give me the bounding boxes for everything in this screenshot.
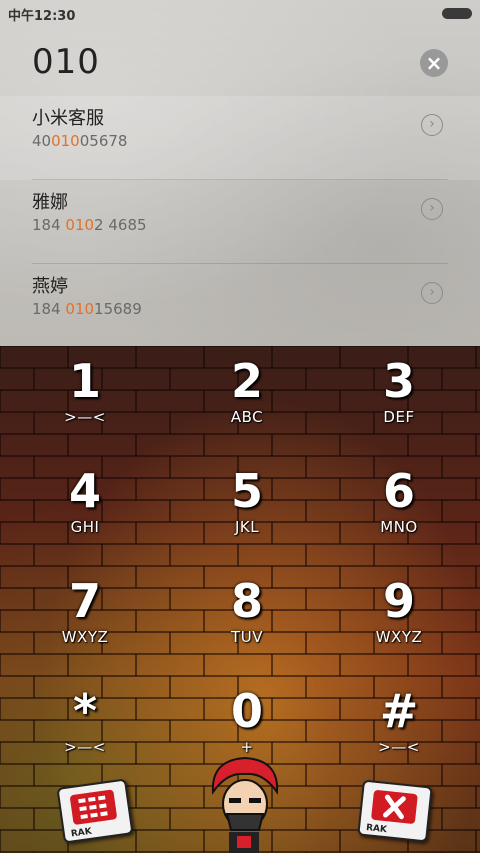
key-3[interactable]: 3 DEF [324,356,474,456]
key-4[interactable]: 4 GHI [10,466,160,566]
contact-result-row[interactable]: 小米客服 4001005678 › [0,96,480,180]
contact-name: 雅娜 [32,192,68,213]
dialpad-icon [69,789,118,826]
chevron-right-icon[interactable]: › [421,282,443,304]
clear-button[interactable]: × [420,49,448,77]
chevron-right-icon[interactable]: › [421,198,443,220]
sticker-label: RAK [365,823,388,836]
key-star[interactable]: * >—< [10,686,160,786]
dialed-number: 010 [32,42,100,82]
key-2[interactable]: 2 ABC [172,356,322,456]
status-time: 中午12:30 [8,9,76,24]
contact-result-row[interactable]: 燕婷 184 01015689 › [0,264,480,348]
chevron-right-icon[interactable]: › [421,114,443,136]
mascot-avatar-icon [211,756,279,853]
contact-number: 184 01015689 [32,300,142,318]
key-7[interactable]: 7 WXYZ [10,576,160,676]
contact-number: 184 0102 4685 [32,216,147,234]
call-button[interactable] [203,752,285,853]
key-8[interactable]: 8 TUV [172,576,322,676]
delete-icon [370,789,418,825]
key-9[interactable]: 9 WXYZ [324,576,474,676]
key-6[interactable]: 6 MNO [324,466,474,566]
key-hash[interactable]: # >—< [324,686,474,786]
key-1[interactable]: 1 >—< [10,356,160,456]
contact-name: 燕婷 [32,276,68,297]
status-bar: 中午12:30 [0,0,480,26]
delete-button[interactable]: RAK [357,779,433,843]
key-5[interactable]: 5 JKL [172,466,322,566]
battery-icon [442,8,472,19]
contact-number: 4001005678 [32,132,128,150]
close-icon: × [425,51,443,75]
contact-name: 小米客服 [32,108,104,129]
contact-result-row[interactable]: 雅娜 184 0102 4685 › [0,180,480,264]
dialpad-toggle-button[interactable]: RAK [56,778,134,844]
sticker-label: RAK [70,826,93,840]
